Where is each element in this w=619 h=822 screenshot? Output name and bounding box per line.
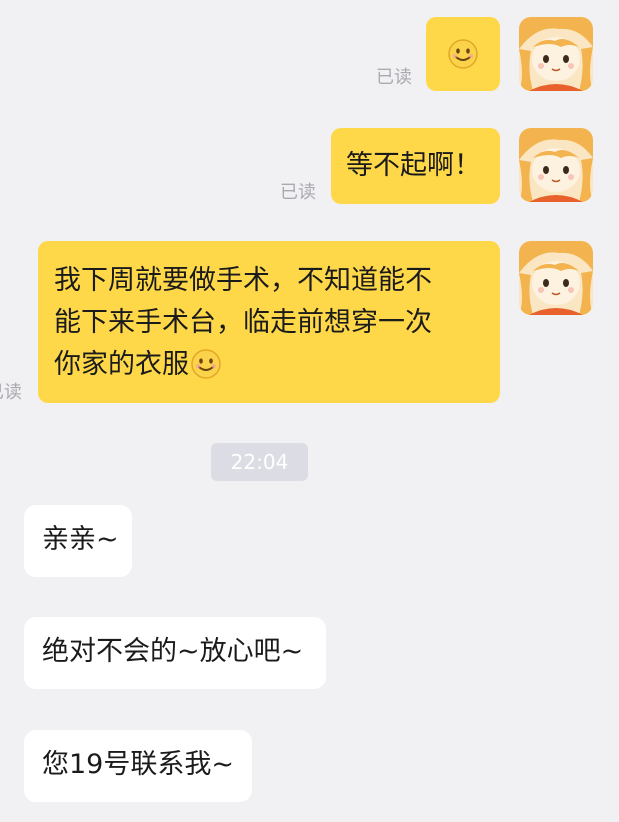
message-text: 绝对不会的~放心吧~ — [42, 636, 304, 667]
message-line-text: 你家的衣服 — [54, 349, 189, 380]
avatar[interactable] — [519, 241, 593, 315]
incoming-bubble[interactable]: 您19号联系我~ — [24, 730, 252, 802]
message-line: 能下来手术台，临走前想穿一次 — [54, 307, 432, 338]
message-line: 我下周就要做手术，不知道能不 — [54, 265, 432, 296]
incoming-bubble[interactable]: 亲亲~ — [24, 505, 132, 577]
anime-girl-avatar-icon — [519, 128, 593, 202]
incoming-bubble[interactable]: 绝对不会的~放心吧~ — [24, 617, 326, 689]
read-receipt: 已读 — [280, 182, 316, 203]
outgoing-bubble[interactable]: 我下周就要做手术，不知道能不 能下来手术台，临走前想穿一次 你家的衣服 — [38, 241, 500, 403]
outgoing-bubble[interactable]: 等不起啊！ — [331, 128, 500, 204]
read-receipt: 已读 — [0, 382, 22, 403]
avatar[interactable] — [519, 17, 593, 91]
anime-girl-avatar-icon — [519, 17, 593, 91]
message-text: 您19号联系我~ — [42, 749, 234, 780]
timestamp: 22:04 — [211, 443, 308, 481]
message-text: 亲亲~ — [42, 524, 119, 555]
message-text: 等不起啊！ — [346, 150, 481, 181]
outgoing-bubble-emoji[interactable] — [426, 17, 500, 91]
chat-thread: 已读 已读 等不起啊！ 读 我下周就要做手术，不知道能不 能下来手术台，临走前想… — [0, 0, 619, 822]
anime-girl-avatar-icon — [519, 241, 593, 315]
smiling-face-icon — [191, 348, 221, 379]
avatar[interactable] — [519, 128, 593, 202]
message-line: 你家的衣服 — [54, 344, 500, 386]
smiling-face-icon — [448, 39, 478, 69]
read-receipt: 已读 — [376, 67, 412, 88]
